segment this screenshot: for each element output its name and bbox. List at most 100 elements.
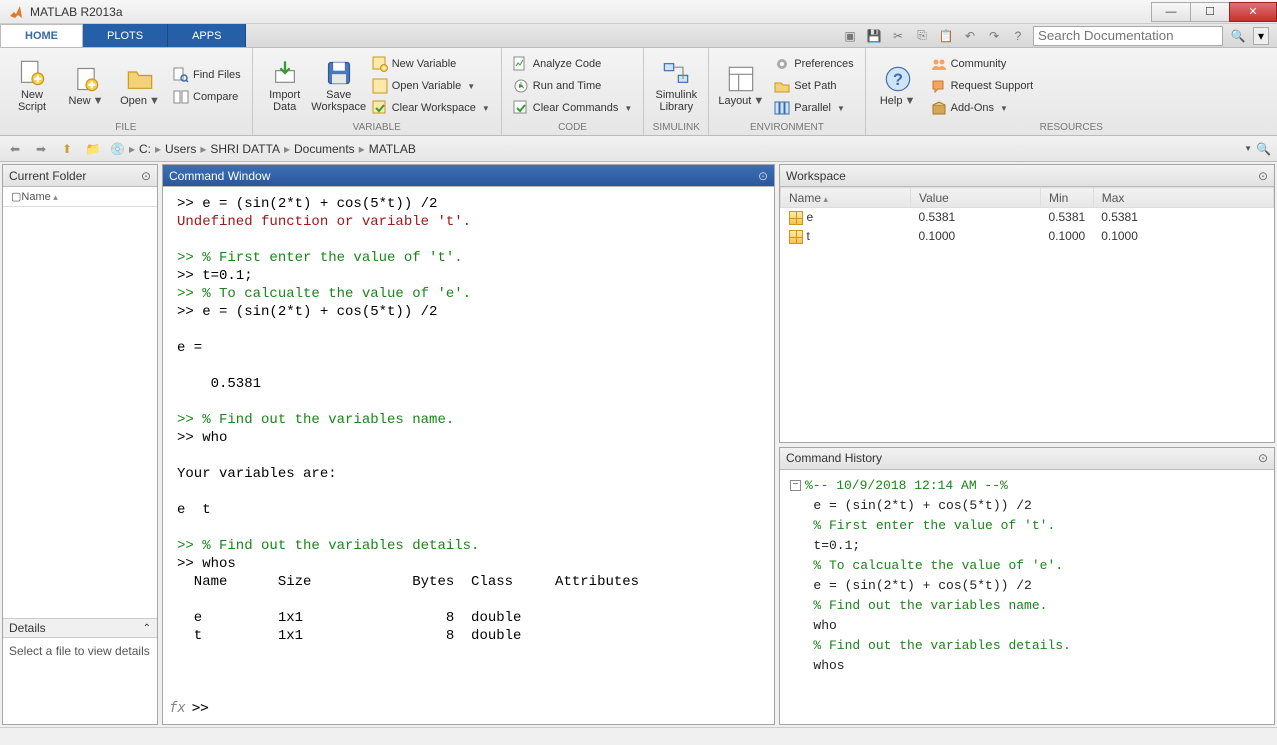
addons-button[interactable]: Add-Ons▼ xyxy=(928,98,1037,118)
find-files-button[interactable]: Find Files xyxy=(170,65,244,85)
history-item[interactable]: e = (sin(2*t) + cos(5*t)) /2 xyxy=(790,576,1264,596)
command-history-list[interactable]: −%-- 10/9/2018 12:14 AM --% e = (sin(2*t… xyxy=(780,470,1274,725)
close-button[interactable]: ✕ xyxy=(1229,2,1277,22)
analyze-code-button[interactable]: Analyze Code xyxy=(510,54,636,74)
current-folder-list[interactable] xyxy=(3,207,157,618)
nav-forward-icon[interactable]: ➡ xyxy=(32,142,50,156)
new-variable-button[interactable]: New Variable xyxy=(369,54,493,74)
community-icon xyxy=(931,56,947,72)
breadcrumb-part[interactable]: MATLAB xyxy=(369,142,416,156)
matlab-logo-icon xyxy=(8,4,24,20)
command-input[interactable] xyxy=(209,700,768,716)
qat-copy-icon[interactable]: ⎘ xyxy=(913,27,931,45)
command-history-header[interactable]: Command History ⊙ xyxy=(780,448,1274,470)
current-folder-header[interactable]: Current Folder ⊙ xyxy=(3,165,157,187)
search-documentation-input[interactable] xyxy=(1033,26,1223,46)
import-icon xyxy=(271,59,299,87)
workspace-col-max[interactable]: Max xyxy=(1093,188,1273,208)
fx-icon[interactable]: fx xyxy=(169,700,186,716)
qat-undo-icon[interactable]: ↶ xyxy=(961,27,979,45)
qat-cut-icon[interactable]: ✂ xyxy=(889,27,907,45)
addons-icon xyxy=(931,100,947,116)
workspace-col-value[interactable]: Value xyxy=(911,188,1041,208)
clear-commands-button[interactable]: Clear Commands▼ xyxy=(510,98,636,118)
panel-menu-icon[interactable]: ⊙ xyxy=(1258,451,1268,465)
panel-menu-icon[interactable]: ⊙ xyxy=(758,169,768,183)
help-button[interactable]: ? Help▼ xyxy=(874,52,922,120)
new-button[interactable]: New▼ xyxy=(62,52,110,120)
analyze-icon xyxy=(513,56,529,72)
workspace-row[interactable]: e 0.53810.53810.5381 xyxy=(781,208,1274,227)
breadcrumb-part[interactable]: Documents xyxy=(294,142,355,156)
simulink-library-button[interactable]: Simulink Library xyxy=(652,52,700,120)
command-window-header[interactable]: Command Window ⊙ xyxy=(163,165,774,187)
layout-button[interactable]: Layout▼ xyxy=(717,52,765,120)
details-header[interactable]: Details ⌃ xyxy=(3,618,157,638)
clear-workspace-button[interactable]: Clear Workspace▼ xyxy=(369,98,493,118)
maximize-button[interactable]: ☐ xyxy=(1190,2,1230,22)
qat-redo-icon[interactable]: ↷ xyxy=(985,27,1003,45)
new-variable-icon xyxy=(372,56,388,72)
history-item[interactable]: whos xyxy=(790,656,1264,676)
qat-help-icon[interactable]: ? xyxy=(1009,27,1027,45)
ribbon-group-variable: Import Data Save Workspace New Variable … xyxy=(253,48,502,135)
workspace-col-name[interactable]: Name xyxy=(781,188,911,208)
tab-apps[interactable]: APPS xyxy=(168,24,246,47)
panel-menu-icon[interactable]: ⊙ xyxy=(141,169,151,183)
new-script-button[interactable]: New Script xyxy=(8,52,56,120)
qat-icon-1[interactable]: ▣ xyxy=(841,27,859,45)
command-history-title: Command History xyxy=(786,451,882,465)
workspace-table[interactable]: Name Value Min Max e 0.53810.53810.5381 … xyxy=(780,187,1274,246)
history-item[interactable]: % Find out the variables name. xyxy=(790,596,1264,616)
search-icon[interactable]: 🔍 xyxy=(1229,27,1247,45)
preferences-button[interactable]: Preferences xyxy=(771,54,856,74)
breadcrumb[interactable]: 💿 ▸ C:▸ Users▸ SHRI DATTA▸ Documents▸ MA… xyxy=(110,142,416,156)
current-folder-name-column[interactable]: ▢ Name xyxy=(3,187,157,207)
address-dropdown-icon[interactable]: ▼ xyxy=(1244,144,1252,153)
history-item[interactable]: who xyxy=(790,616,1264,636)
command-prompt[interactable]: fx >> xyxy=(163,700,774,724)
address-search-icon[interactable]: 🔍 xyxy=(1256,142,1271,156)
open-button[interactable]: Open▼ xyxy=(116,52,164,120)
open-folder-icon xyxy=(126,65,154,93)
history-item[interactable]: % First enter the value of 't'. xyxy=(790,516,1264,536)
parallel-button[interactable]: Parallel▼ xyxy=(771,98,856,118)
chevron-up-icon[interactable]: ⌃ xyxy=(143,623,151,634)
community-button[interactable]: Community xyxy=(928,54,1037,74)
setpath-icon xyxy=(774,78,790,94)
qat-save-icon[interactable]: 💾 xyxy=(865,27,883,45)
nav-back-icon[interactable]: ⬅ xyxy=(6,142,24,156)
nav-folder-icon[interactable]: 📁 xyxy=(84,142,102,156)
set-path-button[interactable]: Set Path xyxy=(771,76,856,96)
minimize-button[interactable]: — xyxy=(1151,2,1191,22)
workspace-row[interactable]: t 0.10000.10000.1000 xyxy=(781,227,1274,246)
open-variable-button[interactable]: Open Variable▼ xyxy=(369,76,493,96)
titlebar: MATLAB R2013a — ☐ ✕ xyxy=(0,0,1277,24)
command-window-output[interactable]: >> e = (sin(2*t) + cos(5*t)) /2 Undefine… xyxy=(163,187,774,700)
history-item[interactable]: % Find out the variables details. xyxy=(790,636,1264,656)
run-and-time-button[interactable]: Run and Time xyxy=(510,76,636,96)
prompt-symbol: >> xyxy=(192,700,209,716)
tab-plots[interactable]: PLOTS xyxy=(83,24,168,47)
collapse-icon[interactable]: − xyxy=(790,480,801,491)
current-folder-title: Current Folder xyxy=(9,169,86,183)
find-files-icon xyxy=(173,67,189,83)
qat-paste-icon[interactable]: 📋 xyxy=(937,27,955,45)
compare-button[interactable]: Compare xyxy=(170,87,244,107)
ribbon-collapse-button[interactable]: ▾ xyxy=(1253,27,1269,45)
history-item[interactable]: t=0.1; xyxy=(790,536,1264,556)
nav-up-icon[interactable]: ⬆ xyxy=(58,142,76,156)
panel-menu-icon[interactable]: ⊙ xyxy=(1258,169,1268,183)
workspace-col-min[interactable]: Min xyxy=(1041,188,1094,208)
help-icon: ? xyxy=(884,65,912,93)
breadcrumb-part[interactable]: SHRI DATTA xyxy=(210,142,280,156)
breadcrumb-part[interactable]: C: xyxy=(139,142,151,156)
save-workspace-button[interactable]: Save Workspace xyxy=(315,52,363,120)
history-item[interactable]: % To calcualte the value of 'e'. xyxy=(790,556,1264,576)
history-item[interactable]: e = (sin(2*t) + cos(5*t)) /2 xyxy=(790,496,1264,516)
tab-home[interactable]: HOME xyxy=(0,24,83,47)
request-support-button[interactable]: Request Support xyxy=(928,76,1037,96)
breadcrumb-part[interactable]: Users xyxy=(165,142,196,156)
workspace-header[interactable]: Workspace ⊙ xyxy=(780,165,1274,187)
import-data-button[interactable]: Import Data xyxy=(261,52,309,120)
